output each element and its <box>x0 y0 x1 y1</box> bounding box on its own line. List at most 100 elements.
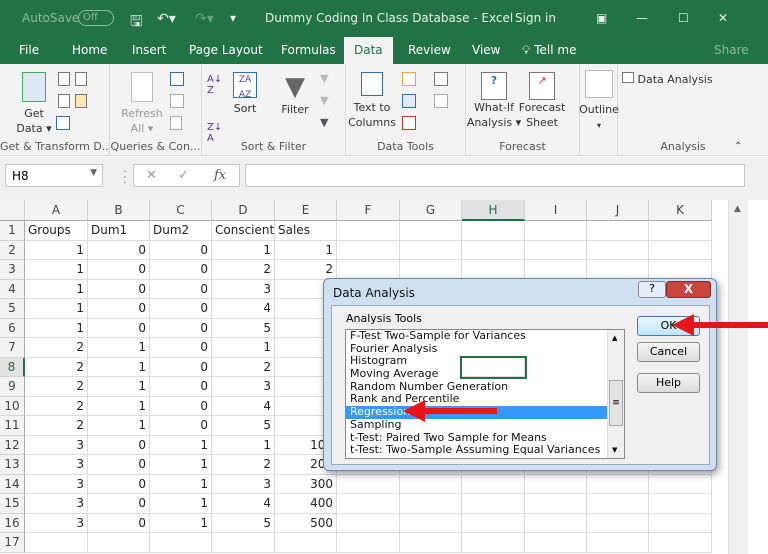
table-cell[interactable] <box>649 494 712 514</box>
table-cell[interactable] <box>88 533 150 553</box>
table-cell[interactable]: 3 <box>25 494 88 514</box>
customize-toolbar-icon[interactable]: ▾ <box>230 11 236 25</box>
table-cell[interactable]: 4 <box>212 299 275 319</box>
share-button[interactable]: Share <box>714 43 749 57</box>
table-cell[interactable]: 0 <box>88 474 150 494</box>
row-header[interactable]: 17 <box>0 533 25 553</box>
table-cell[interactable] <box>337 221 400 241</box>
table-cell[interactable]: 4 <box>212 396 275 416</box>
table-cell[interactable] <box>337 240 400 260</box>
properties-icon[interactable] <box>170 94 184 108</box>
table-cell[interactable] <box>462 221 525 241</box>
table-cell[interactable]: 1 <box>150 435 212 455</box>
table-cell[interactable]: 0 <box>150 357 212 377</box>
consolidate-icon[interactable] <box>434 72 448 86</box>
close-icon[interactable]: ✕ <box>718 11 728 25</box>
table-cell[interactable]: 1 <box>25 260 88 280</box>
analysis-tools-list[interactable]: F-Test Two-Sample for Variances Fourier A… <box>345 329 625 459</box>
tab-view[interactable]: View <box>472 43 500 57</box>
tab-file[interactable]: File <box>19 43 39 57</box>
relationships-icon[interactable] <box>434 94 448 108</box>
column-header-a[interactable]: A <box>25 200 88 221</box>
table-cell[interactable]: 0 <box>88 260 150 280</box>
table-cell[interactable]: 5 <box>212 513 275 533</box>
table-cell[interactable] <box>587 494 649 514</box>
table-cell[interactable] <box>400 494 462 514</box>
table-cell[interactable]: 2 <box>25 396 88 416</box>
get-data-button[interactable]: Get Data ▾ <box>14 72 54 136</box>
table-cell[interactable]: 0 <box>150 240 212 260</box>
table-cell[interactable]: 3 <box>212 279 275 299</box>
table-cell[interactable] <box>649 240 712 260</box>
clear-filter-icon[interactable]: ▼ <box>320 72 328 85</box>
table-cell[interactable]: 2 <box>212 357 275 377</box>
table-cell[interactable]: 2 <box>212 260 275 280</box>
ribbon-display-icon[interactable]: ▣ <box>596 11 607 25</box>
autosave-toggle[interactable]: Off <box>78 10 114 26</box>
table-cell[interactable]: 1 <box>25 279 88 299</box>
sort-button[interactable]: ZA AZ Sort <box>228 72 262 116</box>
table-cell[interactable] <box>462 494 525 514</box>
table-cell[interactable]: 0 <box>88 299 150 319</box>
table-cell[interactable]: 1 <box>150 474 212 494</box>
table-cell[interactable]: 3 <box>25 435 88 455</box>
remove-duplicates-icon[interactable] <box>402 94 416 108</box>
table-cell[interactable] <box>25 533 88 553</box>
table-cell[interactable] <box>400 474 462 494</box>
table-cell[interactable]: 0 <box>88 435 150 455</box>
table-cell[interactable]: 3 <box>25 513 88 533</box>
table-cell[interactable] <box>587 221 649 241</box>
table-cell[interactable]: 0 <box>150 377 212 397</box>
table-cell[interactable]: 1 <box>150 494 212 514</box>
scroll-up-icon[interactable]: ▲ <box>612 334 617 342</box>
table-cell[interactable]: 3 <box>212 474 275 494</box>
refresh-all-button[interactable]: Refresh All ▾ <box>118 72 166 136</box>
row-header[interactable]: 6 <box>0 318 25 338</box>
table-cell[interactable]: 0 <box>150 416 212 436</box>
table-cell[interactable] <box>337 260 400 280</box>
table-cell[interactable] <box>587 513 649 533</box>
outline-button[interactable]: Outline ▾ <box>576 70 622 133</box>
table-cell[interactable]: 1 <box>212 240 275 260</box>
collapse-ribbon-icon[interactable]: ⌃ <box>734 141 742 152</box>
row-header[interactable]: 2 <box>0 240 25 260</box>
table-cell[interactable] <box>150 533 212 553</box>
table-cell[interactable]: 1 <box>212 338 275 358</box>
tab-insert[interactable]: Insert <box>132 43 166 57</box>
row-header[interactable]: 7 <box>0 338 25 358</box>
table-cell[interactable]: 5 <box>212 416 275 436</box>
row-header[interactable]: 10 <box>0 396 25 416</box>
table-cell[interactable]: Dum1 <box>88 221 150 241</box>
table-cell[interactable]: 1 <box>88 338 150 358</box>
table-cell[interactable]: 1 <box>212 435 275 455</box>
scroll-up-icon[interactable]: ▲ <box>734 204 741 214</box>
table-cell[interactable]: 2 <box>275 260 337 280</box>
row-header[interactable]: 14 <box>0 474 25 494</box>
row-header[interactable]: 5 <box>0 299 25 319</box>
recent-sources-icon[interactable] <box>75 72 87 86</box>
table-cell[interactable] <box>337 474 400 494</box>
scroll-thumb[interactable]: ≡ <box>609 380 623 426</box>
table-cell[interactable] <box>275 533 337 553</box>
table-cell[interactable]: 500 <box>275 513 337 533</box>
help-button[interactable]: Help <box>637 373 700 393</box>
table-cell[interactable]: Conscient <box>212 221 275 241</box>
minimize-icon[interactable]: — <box>636 11 648 25</box>
column-header-g[interactable]: G <box>400 200 462 221</box>
table-cell[interactable] <box>337 533 400 553</box>
forecast-sheet-button[interactable]: ↗ Forecast Sheet <box>518 72 566 130</box>
tab-home[interactable]: Home <box>72 43 107 57</box>
table-cell[interactable]: 1 <box>88 416 150 436</box>
table-cell[interactable]: 300 <box>275 474 337 494</box>
table-cell[interactable]: 0 <box>150 279 212 299</box>
formula-input[interactable] <box>245 164 745 187</box>
table-cell[interactable] <box>587 240 649 260</box>
insert-function-icon[interactable]: fx <box>214 168 226 183</box>
table-cell[interactable]: 0 <box>150 318 212 338</box>
column-header-f[interactable]: F <box>337 200 400 221</box>
table-cell[interactable] <box>462 474 525 494</box>
table-cell[interactable] <box>525 533 587 553</box>
column-header-b[interactable]: B <box>88 200 150 221</box>
table-cell[interactable] <box>400 260 462 280</box>
table-cell[interactable] <box>462 260 525 280</box>
